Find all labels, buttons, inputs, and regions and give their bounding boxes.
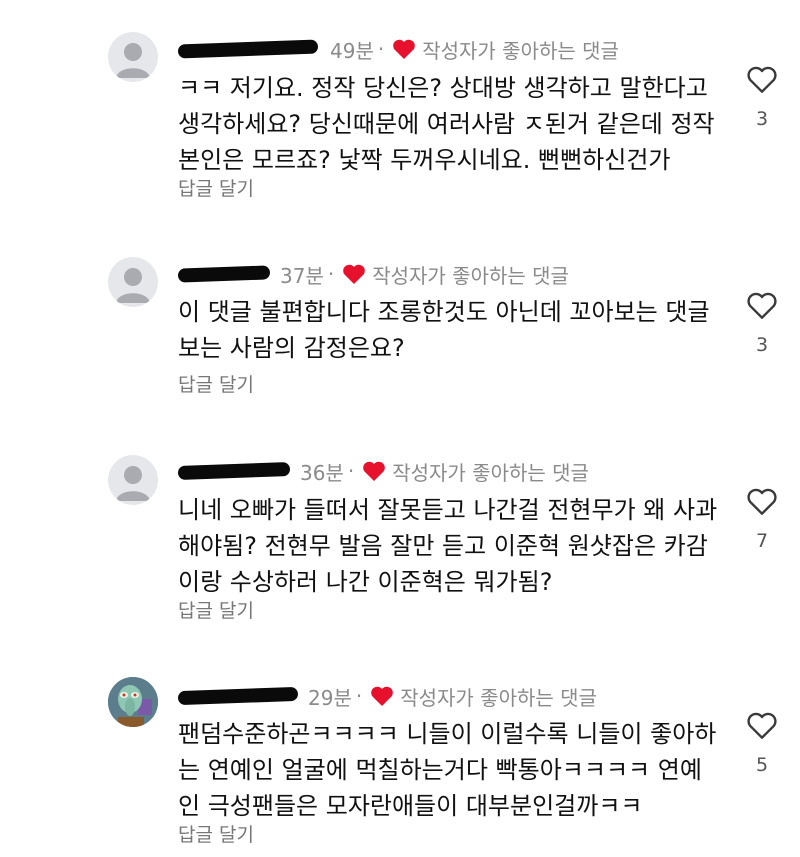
comment-time: 29분 <box>308 685 352 710</box>
author-like-label: 작성자가 좋아하는 댓글 <box>400 685 597 710</box>
comment-time: 37분 <box>280 263 324 288</box>
like-button[interactable]: 3 <box>740 290 784 356</box>
comment-time: 49분 <box>330 38 374 63</box>
comment-text: 팬덤수준하곤ㅋㅋㅋㅋ 니들이 이럴수록 니들이 좋아하 는 연예인 얼굴에 먹칠… <box>178 720 717 820</box>
cartoon-avatar-icon[interactable] <box>108 677 158 727</box>
meta-separator: · <box>327 262 335 286</box>
comment-meta: 37분 · 작성자가 좋아하는 댓글 <box>177 259 569 289</box>
default-avatar-icon[interactable] <box>108 32 158 82</box>
redacted-username <box>177 462 291 480</box>
heart-outline-icon <box>747 488 777 515</box>
reply-button[interactable]: 답글 달기 <box>178 596 254 623</box>
redacted-username <box>177 686 299 706</box>
comment-meta: 49분 · 작성자가 좋아하는 댓글 <box>177 34 619 64</box>
heart-outline-icon <box>747 66 777 93</box>
heart-filled-icon <box>363 461 386 481</box>
heart-filled-icon <box>343 264 366 284</box>
reply-button[interactable]: 답글 달기 <box>178 820 254 847</box>
comment-meta: 36분 · 작성자가 좋아하는 댓글 <box>177 456 589 486</box>
author-like-label: 작성자가 좋아하는 댓글 <box>392 460 589 485</box>
heart-outline-icon <box>747 712 777 739</box>
heart-filled-icon <box>393 39 416 59</box>
comment-text: 니네 오빠가 들떠서 잘못듣고 나간걸 전현무가 왜 사과 해야됨? 전현무 발… <box>178 496 718 596</box>
meta-separator: · <box>377 37 385 61</box>
reply-button[interactable]: 답글 달기 <box>178 174 254 201</box>
like-count: 3 <box>755 108 769 130</box>
heart-outline-icon <box>747 292 777 319</box>
author-like-label: 작성자가 좋아하는 댓글 <box>372 263 569 288</box>
comment-time: 36분 <box>300 460 344 485</box>
comment-meta: 29분 · 작성자가 좋아하는 댓글 <box>177 681 597 711</box>
author-like-label: 작성자가 좋아하는 댓글 <box>422 38 619 63</box>
comment-text: 이 댓글 불편합니다 조롱한것도 아닌데 꼬아보는 댓글 보는 사람의 감정은요… <box>178 298 710 362</box>
like-button[interactable]: 5 <box>740 710 784 776</box>
like-button[interactable]: 3 <box>740 64 784 130</box>
default-avatar-icon[interactable] <box>108 455 158 505</box>
reply-button[interactable]: 답글 달기 <box>178 370 254 397</box>
like-count: 3 <box>755 334 769 356</box>
comment-text: ㅋㅋ 저기요. 정작 당신은? 상대방 생각하고 말한다고 생각하세요? 당신때… <box>178 74 715 174</box>
default-avatar-icon[interactable] <box>108 257 158 307</box>
like-count: 5 <box>755 754 769 776</box>
redacted-username <box>177 265 271 283</box>
meta-separator: · <box>355 684 363 708</box>
like-button[interactable]: 7 <box>740 486 784 552</box>
meta-separator: · <box>347 459 355 483</box>
heart-filled-icon <box>371 686 394 706</box>
like-count: 7 <box>755 530 769 552</box>
redacted-username <box>177 39 319 59</box>
